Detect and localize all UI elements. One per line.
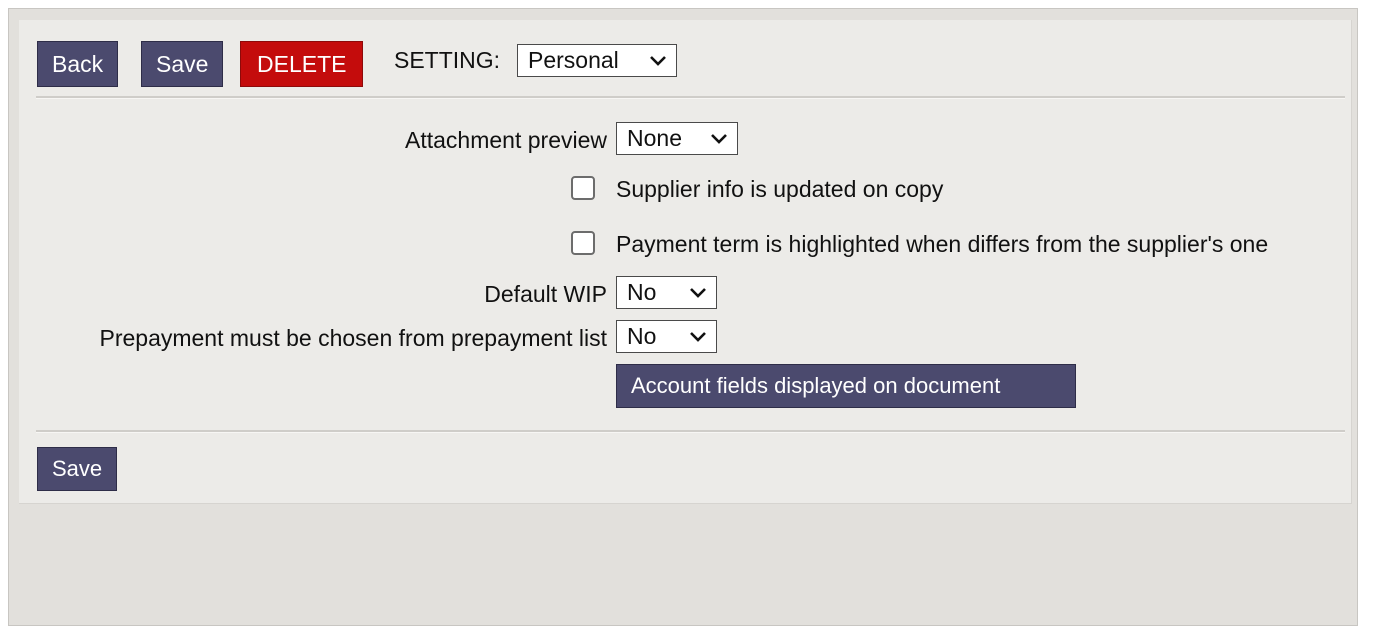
chevron-down-icon (711, 134, 727, 144)
prepayment-list-label: Prepayment must be chosen from prepaymen… (99, 325, 607, 351)
attachment-preview-select[interactable]: None (616, 122, 738, 155)
prepayment-list-select[interactable]: No (616, 320, 717, 353)
supplier-info-label: Supplier info is updated on copy (616, 176, 944, 202)
attachment-preview-label: Attachment preview (405, 127, 607, 153)
chevron-down-icon (690, 288, 706, 298)
setting-select[interactable]: Personal (517, 44, 677, 77)
default-wip-value: No (627, 279, 657, 305)
supplier-info-checkbox[interactable] (571, 176, 595, 200)
footer-save-button[interactable]: Save (37, 447, 118, 491)
attachment-preview-value: None (627, 125, 682, 151)
save-button[interactable]: Save (141, 41, 224, 87)
payment-term-checkbox[interactable] (571, 231, 595, 255)
setting-label: SETTING: (394, 47, 501, 73)
setting-select-value: Personal (528, 47, 619, 73)
account-fields-button[interactable]: Account fields displayed on document (616, 364, 1076, 408)
top-divider (36, 96, 1345, 99)
back-button[interactable]: Back (37, 41, 119, 87)
default-wip-select[interactable]: No (616, 276, 717, 309)
delete-button[interactable]: DELETE (240, 41, 364, 87)
prepayment-list-value: No (627, 323, 657, 349)
payment-term-label: Payment term is highlighted when differs… (616, 231, 1269, 257)
bottom-divider (36, 430, 1345, 433)
chevron-down-icon (690, 332, 706, 342)
default-wip-label: Default WIP (484, 281, 607, 307)
chevron-down-icon (650, 56, 666, 66)
